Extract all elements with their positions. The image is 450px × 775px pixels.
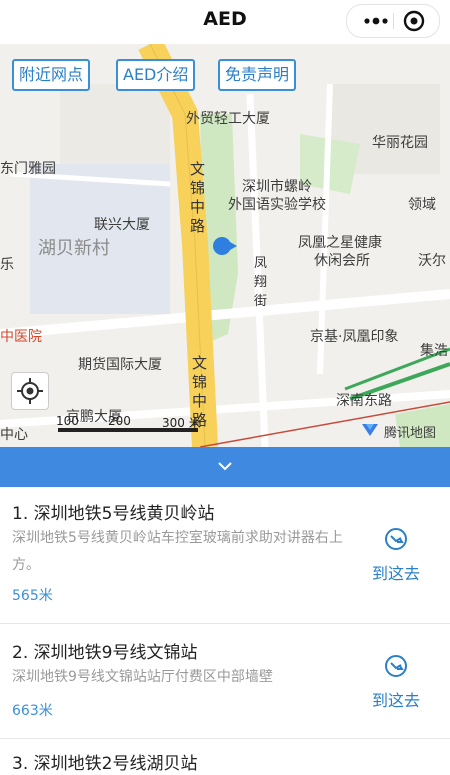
map-label: 湖贝新村 — [38, 238, 110, 259]
map-label: 中医院 — [0, 329, 42, 345]
map-label: 深南东路 — [336, 393, 392, 409]
map-label: 休闲会所 — [314, 253, 370, 269]
item-distance: 565米 — [12, 588, 53, 604]
navigate-button[interactable]: 到这去 — [360, 527, 432, 587]
map-label: 凤凰之星健康 — [298, 235, 382, 251]
map-label: 集浩 — [420, 343, 448, 359]
map-label: 凤翔街 — [254, 256, 268, 309]
tab-aed-intro[interactable]: AED介绍 — [116, 59, 196, 91]
item-title: 1. 深圳地铁5号线黄贝岭站 — [12, 504, 215, 524]
map-attribution: 腾讯地图 — [384, 426, 437, 441]
navigate-label: 到这去 — [371, 691, 420, 710]
map-label: 乐 — [0, 257, 14, 273]
map-label: 东门雅园 — [0, 161, 56, 177]
item-description: 深圳地铁9号线文锦站站厅付费区中部墙壁 — [12, 669, 273, 685]
map-view[interactable]: 外贸轻工大厦 华丽花园 东门雅园 领域 深圳市螺岭 外国语实验学校 联兴大厦 湖… — [0, 44, 450, 447]
list-item[interactable]: 2. 深圳地铁9号线文锦站 深圳地铁9号线文锦站站厅付费区中部墙壁 663米 到… — [0, 624, 450, 739]
map-label: 领域 — [408, 197, 436, 213]
locate-crosshair-icon — [17, 378, 43, 404]
scale-label: 200 — [108, 414, 131, 428]
aed-location-list: 1. 深圳地铁5号线黄贝岭站 深圳地铁5号线黄贝岭站车控室玻璃前求助对讲器右上方… — [0, 487, 450, 775]
navigate-arrow-icon — [385, 528, 407, 550]
capsule-divider — [393, 13, 394, 29]
navigate-label: 到这去 — [371, 564, 420, 583]
map-label: 深圳市螺岭 — [242, 179, 312, 195]
item-title: 3. 深圳地铁2号线湖贝站 — [12, 754, 198, 774]
list-item[interactable]: 3. 深圳地铁2号线湖贝站 — [0, 739, 450, 775]
more-dots-icon[interactable] — [361, 11, 391, 31]
map-label: 京基·凤凰印象 — [310, 329, 399, 345]
list-item[interactable]: 1. 深圳地铁5号线黄贝岭站 深圳地铁5号线黄贝岭站车控室玻璃前求助对讲器右上方… — [0, 487, 450, 624]
collapse-bar[interactable] — [0, 447, 450, 487]
chevron-down-icon — [218, 462, 232, 471]
map-label: 期货国际大厦 — [78, 357, 162, 373]
current-location-dot-icon — [213, 237, 237, 255]
map-label: 文锦中路 — [190, 160, 206, 235]
tencent-map-logo-icon — [362, 424, 378, 436]
navigate-arrow-icon — [385, 655, 407, 677]
nav-header: AED — [0, 0, 450, 44]
map-label: 外贸轻工大厦 — [186, 111, 270, 127]
item-distance: 663米 — [12, 703, 53, 719]
tab-nearby[interactable]: 附近网点 — [12, 59, 91, 91]
map-label: 联兴大厦 — [94, 217, 150, 233]
map-label: 沃尔 — [418, 253, 446, 269]
map-label: 华丽花园 — [372, 135, 428, 151]
scale-label: 100 — [56, 414, 79, 428]
tab-disclaimer[interactable]: 免责声明 — [218, 59, 297, 91]
locate-button[interactable] — [11, 372, 49, 410]
map-label: 中心 — [0, 427, 28, 443]
close-circle-icon[interactable] — [403, 10, 425, 32]
menu-capsule — [346, 4, 440, 38]
item-title: 2. 深圳地铁9号线文锦站 — [12, 643, 198, 663]
scale-label: 300 米 — [162, 416, 201, 430]
item-description: 深圳地铁5号线黄贝岭站车控室玻璃前求助对讲器右上方。 — [12, 530, 343, 573]
navigate-button[interactable]: 到这去 — [360, 654, 432, 714]
map-label: 外国语实验学校 — [228, 197, 326, 213]
